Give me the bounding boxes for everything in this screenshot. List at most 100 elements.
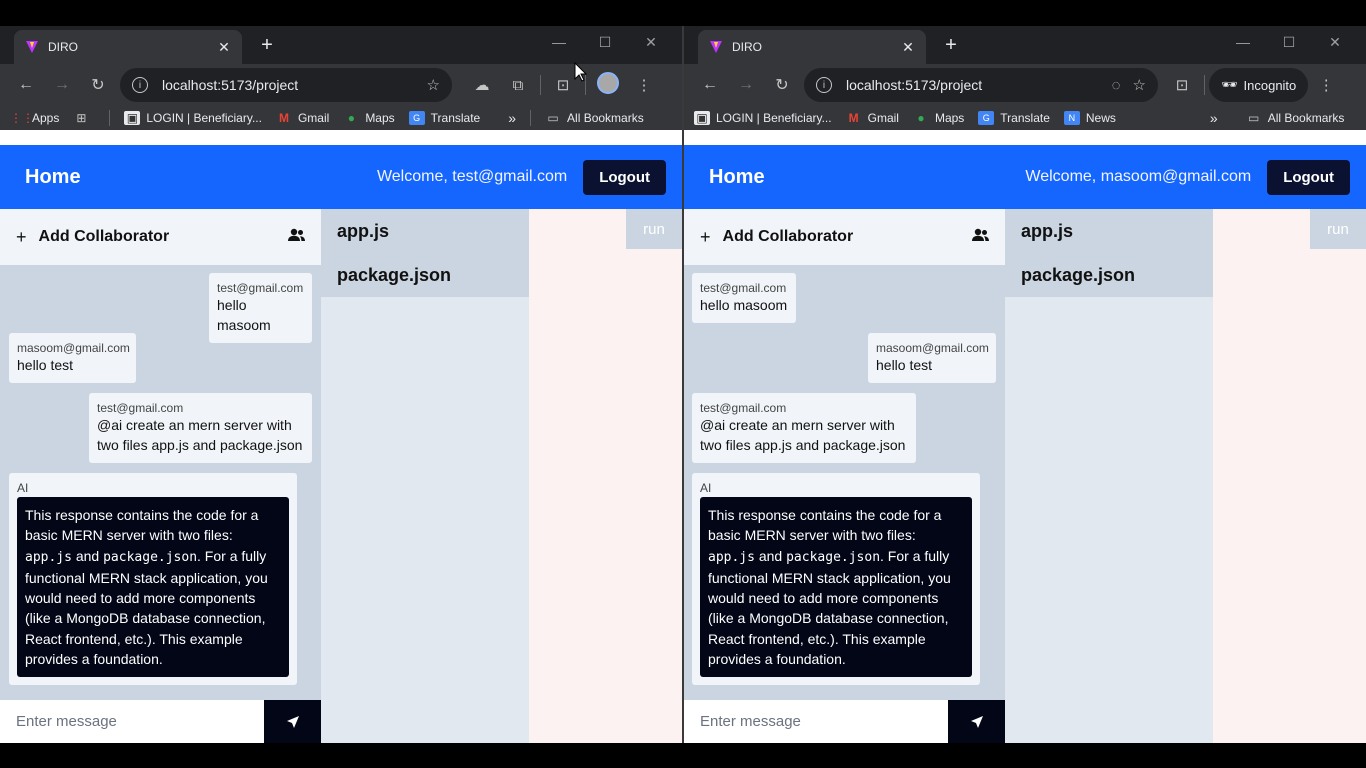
bookmark-translate[interactable]: G Translate	[978, 111, 1050, 125]
message-composer	[0, 700, 321, 743]
new-tab-icon[interactable]: +	[940, 34, 962, 57]
extensions-puzzle-icon[interactable]: ⧉	[500, 77, 536, 94]
reading-mode-icon[interactable]: ⊡	[1164, 76, 1200, 94]
code-editor: run	[529, 209, 682, 743]
back-icon[interactable]: ←	[692, 76, 728, 94]
browser-window-right: DIRO ✕ + — ☐ ✕ ← → ↻ i localhost:5173/pr…	[684, 26, 1366, 743]
close-window-icon[interactable]: ✕	[628, 34, 674, 51]
incognito-icon: 🕶	[1221, 77, 1238, 92]
send-icon	[286, 715, 299, 728]
home-link[interactable]: Home	[25, 166, 81, 189]
all-bookmarks[interactable]: ▭ All Bookmarks	[1246, 111, 1344, 125]
message-sender: masoom@gmail.com	[876, 341, 989, 355]
file-item[interactable]: package.json	[321, 253, 529, 297]
ai-response: This response contains the code for a ba…	[17, 497, 289, 678]
bookmarks-overflow-icon[interactable]: »	[508, 110, 516, 126]
bookmark-translate[interactable]: G Translate	[408, 111, 480, 125]
bookmark-login[interactable]: ▣ LOGIN | Beneficiary...	[124, 111, 262, 125]
all-bookmarks[interactable]: ▭ All Bookmarks	[545, 111, 643, 125]
vite-favicon-icon	[24, 39, 40, 55]
bookmark-login[interactable]: ▣ LOGIN | Beneficiary...	[694, 111, 832, 125]
file-explorer: app.js package.json	[321, 209, 529, 743]
message-text: @ai create an mern server with two files…	[97, 417, 303, 453]
bookmark-news[interactable]: N News	[1063, 111, 1116, 125]
welcome-text: Welcome, test@gmail.com	[376, 168, 568, 185]
tab-close-icon[interactable]: ✕	[900, 39, 916, 56]
browser-tab[interactable]: DIRO ✕	[14, 30, 242, 64]
maximize-icon[interactable]: ☐	[582, 34, 628, 51]
message-sender: test@gmail.com	[97, 401, 184, 415]
message-sender: test@gmail.com	[700, 281, 787, 295]
browser-tab[interactable]: DIRO ✕	[698, 30, 926, 64]
send-button[interactable]	[948, 700, 1005, 743]
logout-button[interactable]: Logout	[583, 159, 666, 195]
address-bar[interactable]: i localhost:5173/project ☆	[120, 68, 452, 102]
run-button[interactable]: run	[1310, 209, 1366, 249]
window-controls: — ☐ ✕	[1220, 34, 1358, 51]
message-input[interactable]	[684, 700, 948, 743]
app-header: Home Welcome, test@gmail.com Logout	[0, 145, 682, 209]
address-bar[interactable]: i localhost:5173/project ◌ ☆	[804, 68, 1158, 102]
logout-button[interactable]: Logout	[1267, 159, 1350, 195]
reload-icon[interactable]: ↻	[764, 75, 800, 95]
users-icon[interactable]	[972, 228, 989, 246]
reload-icon[interactable]: ↻	[80, 75, 116, 95]
bookmarks-bar: ⋮⋮ Apps ⊞ ▣ LOGIN | Beneficiary... M Gmail …	[0, 106, 682, 130]
tab-close-icon[interactable]: ✕	[216, 39, 232, 56]
maximize-icon[interactable]: ☐	[1266, 34, 1312, 51]
menu-kebab-icon[interactable]: ⋮	[626, 76, 662, 94]
menu-kebab-icon[interactable]: ⋮	[1308, 76, 1344, 94]
message-text: hello masoom	[700, 297, 788, 313]
bookmark-apps[interactable]: ⋮⋮ Apps	[10, 111, 59, 125]
message-text: @ai create an mern server with two files…	[700, 417, 906, 453]
file-item[interactable]: app.js	[1005, 209, 1213, 253]
incognito-badge[interactable]: 🕶 Incognito	[1209, 68, 1309, 102]
home-link[interactable]: Home	[709, 166, 765, 189]
message-sender: AI	[17, 481, 29, 495]
plus-icon[interactable]: +	[700, 227, 711, 248]
message-ai: AI This response contains the code for a…	[692, 473, 980, 686]
browser-toolbar: ← → ↻ i localhost:5173/project ◌ ☆ ⊡ 🕶 In…	[684, 64, 1366, 106]
message-sender: AI	[700, 481, 712, 495]
add-collaborator-button[interactable]: Add Collaborator	[723, 228, 854, 246]
message-sender: masoom@gmail.com	[17, 341, 130, 355]
new-tab-icon[interactable]: +	[256, 34, 278, 57]
message-input[interactable]	[0, 700, 264, 743]
bookmark-maps[interactable]: ● Maps	[913, 111, 964, 125]
bookmark-star-icon[interactable]: ☆	[1133, 76, 1146, 94]
forward-icon[interactable]: →	[728, 76, 764, 94]
app: Home Welcome, masoom@gmail.com Logout + …	[684, 145, 1366, 743]
minimize-icon[interactable]: —	[1220, 34, 1266, 51]
add-collaborator-button[interactable]: Add Collaborator	[39, 228, 170, 246]
bookmark-separator	[530, 110, 532, 126]
bookmarks-overflow-icon[interactable]: »	[1210, 110, 1218, 126]
file-item[interactable]: app.js	[321, 209, 529, 253]
url-text: localhost:5173/project	[162, 77, 299, 93]
back-icon[interactable]: ←	[8, 76, 44, 94]
forward-icon[interactable]: →	[44, 76, 80, 94]
message-incoming: test@gmail.com hello masoom	[692, 273, 796, 323]
extension-icon[interactable]: ☁	[464, 76, 500, 94]
tab-title: DIRO	[48, 40, 78, 54]
users-icon[interactable]	[288, 228, 305, 246]
bookmark-maps[interactable]: ● Maps	[343, 111, 395, 125]
close-window-icon[interactable]: ✕	[1312, 34, 1358, 51]
eye-off-icon[interactable]: ◌	[1112, 77, 1121, 94]
bookmarks-bar: ▣ LOGIN | Beneficiary... M Gmail ● Maps G Tr…	[684, 106, 1366, 130]
site-info-icon[interactable]: i	[816, 77, 832, 93]
bookmark-gmail[interactable]: M Gmail	[846, 111, 899, 125]
bookmark-star-icon[interactable]: ☆	[427, 76, 440, 94]
window-controls: — ☐ ✕	[536, 34, 674, 51]
plus-icon[interactable]: +	[16, 227, 27, 248]
send-button[interactable]	[264, 700, 321, 743]
site-info-icon[interactable]: i	[132, 77, 148, 93]
bookmark-gmail[interactable]: M Gmail	[276, 111, 329, 125]
ai-response: This response contains the code for a ba…	[700, 497, 972, 678]
message-incoming: test@gmail.com @ai create an mern server…	[692, 393, 916, 463]
minimize-icon[interactable]: —	[536, 34, 582, 51]
bookmark-grid-icon[interactable]: ⊞	[73, 111, 95, 125]
profile-avatar[interactable]	[590, 72, 626, 98]
run-button[interactable]: run	[626, 209, 682, 249]
file-item[interactable]: package.json	[1005, 253, 1213, 297]
tab-strip: DIRO ✕ + — ☐ ✕	[0, 26, 682, 64]
